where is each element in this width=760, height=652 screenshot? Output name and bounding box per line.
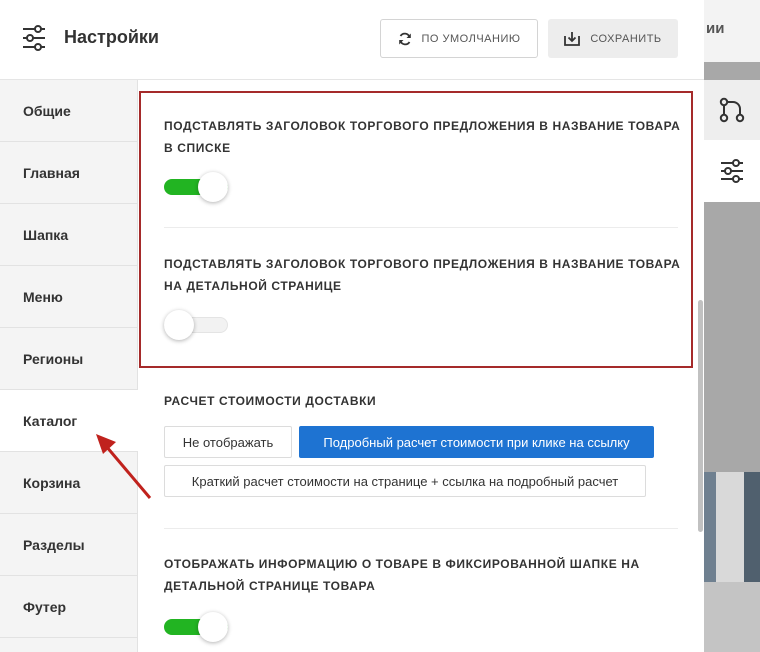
sidebar-item-sections[interactable]: Разделы <box>0 514 137 576</box>
download-icon <box>564 32 581 46</box>
sidebar-item-label: Каталог <box>23 412 78 429</box>
sliders-icon <box>23 25 45 51</box>
delivery-option-brief[interactable]: Краткий расчет стоимости на странице + с… <box>164 465 646 497</box>
background-image <box>704 472 716 582</box>
divider <box>164 227 678 228</box>
delivery-option-detailed[interactable]: Подробный расчет стоимости при клике на … <box>299 426 654 458</box>
save-label: СОХРАНИТЬ <box>590 32 662 45</box>
background-text: ии <box>706 20 725 37</box>
settings-tool-button[interactable] <box>704 140 760 202</box>
sidebar-item-label: Шапка <box>23 226 69 243</box>
setting-label-delivery-calc: РАСЧЕТ СТОИМОСТИ ДОСТАВКИ <box>164 394 377 408</box>
save-button[interactable]: СОХРАНИТЬ <box>548 19 678 58</box>
sidebar-item-label: Главная <box>23 164 80 181</box>
setting-label-offer-title-list: ПОДСТАВЛЯТЬ ЗАГОЛОВОК ТОРГОВОГО ПРЕДЛОЖЕ… <box>164 119 681 155</box>
sidebar-item-label: Меню <box>23 288 63 305</box>
page-title: Настройки <box>64 27 159 47</box>
toggle-knob <box>198 172 228 202</box>
refresh-icon <box>398 32 411 45</box>
sidebar-item-menu[interactable]: Меню <box>0 266 137 328</box>
sidebar-item-label: Регионы <box>23 350 84 367</box>
scrollbar-thumb[interactable] <box>698 300 703 532</box>
background-footer <box>704 582 760 652</box>
sidebar-item-label: Общие <box>23 102 71 119</box>
sidebar-item-label: Футер <box>23 598 67 615</box>
background-header: ии <box>704 0 760 62</box>
branches-tool-button[interactable] <box>704 80 760 140</box>
divider <box>164 528 678 529</box>
reset-defaults-button[interactable]: ПО УМОЛЧАНИЮ <box>380 19 538 58</box>
toggle-fixed-header-info[interactable] <box>164 612 228 642</box>
toggle-knob <box>164 310 194 340</box>
settings-header: Настройки ПО УМОЛЧАНИЮ СОХРАНИТЬ <box>0 0 704 80</box>
branches-icon <box>719 97 745 123</box>
setting-label-fixed-header-info: ОТОБРАЖАТЬ ИНФОРМАЦИЮ О ТОВАРЕ В ФИКСИРО… <box>164 557 640 593</box>
toggle-offer-title-list[interactable] <box>164 172 228 202</box>
sidebar-item-header[interactable]: Шапка <box>0 204 137 266</box>
setting-label-offer-title-detail: ПОДСТАВЛЯТЬ ЗАГОЛОВОК ТОРГОВОГО ПРЕДЛОЖЕ… <box>164 257 681 293</box>
sidebar-item-label: Разделы <box>23 536 85 553</box>
background-image <box>744 472 760 582</box>
reset-defaults-label: ПО УМОЛЧАНИЮ <box>421 32 521 45</box>
settings-content: ПОДСТАВЛЯТЬ ЗАГОЛОВОК ТОРГОВОГО ПРЕДЛОЖЕ… <box>139 81 696 652</box>
settings-sidebar: Общие Главная Шапка Меню Регионы Каталог… <box>0 80 138 652</box>
annotation-arrow-icon <box>96 434 152 499</box>
delivery-option-hide[interactable]: Не отображать <box>164 426 292 458</box>
background-image <box>716 472 744 582</box>
toggle-offer-title-detail[interactable] <box>164 310 228 340</box>
sidebar-item-footer[interactable]: Футер <box>0 576 137 638</box>
sliders-icon <box>721 159 743 183</box>
sidebar-item-regions[interactable]: Регионы <box>0 328 137 390</box>
sidebar-item-general[interactable]: Общие <box>0 80 137 142</box>
sidebar-item-label: Корзина <box>23 474 81 491</box>
sidebar-item-main[interactable]: Главная <box>0 142 137 204</box>
toggle-knob <box>198 612 228 642</box>
